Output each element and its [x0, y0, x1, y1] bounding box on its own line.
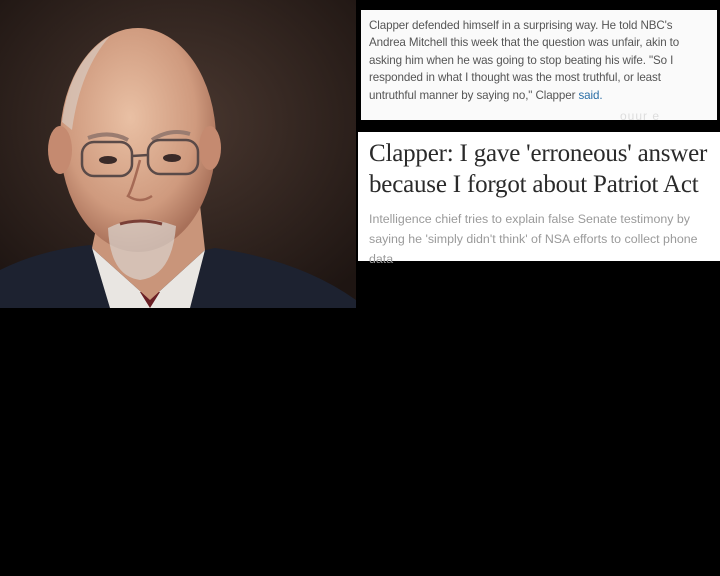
- said-link[interactable]: said.: [578, 89, 602, 102]
- portrait-photo: [0, 0, 356, 308]
- stray-text-fragment: ouur e: [620, 109, 661, 123]
- headline-clipping: Clapper: I gave 'erroneous' answer becau…: [358, 132, 720, 266]
- quote-clipping: Clapper defended himself in a surprising…: [361, 10, 717, 120]
- article-subhead: Intelligence chief tries to explain fals…: [369, 212, 698, 266]
- portrait-illustration: [0, 0, 356, 308]
- quote-text: Clapper defended himself in a surprising…: [369, 19, 680, 102]
- article-headline: Clapper: I gave 'erroneous' answer becau…: [369, 140, 708, 198]
